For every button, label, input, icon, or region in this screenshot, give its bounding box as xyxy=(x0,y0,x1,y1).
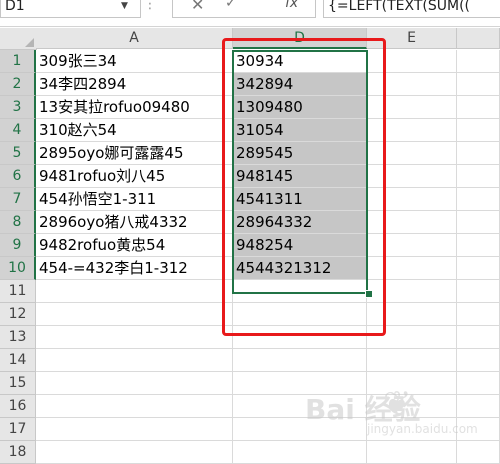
cell-f[interactable] xyxy=(457,234,500,257)
cell-a[interactable] xyxy=(36,280,233,303)
row-header[interactable]: 6 xyxy=(0,165,36,188)
cell-a[interactable] xyxy=(36,303,233,326)
cell-a[interactable]: 34李四2894 xyxy=(36,73,233,96)
cell-e[interactable] xyxy=(367,73,457,96)
cell-d[interactable]: 948145 xyxy=(233,165,367,188)
name-box[interactable]: D1 ▼ xyxy=(0,0,141,18)
cell-d[interactable]: 289545 xyxy=(233,142,367,165)
row-header[interactable]: 13 xyxy=(0,326,36,349)
cell-e[interactable] xyxy=(367,326,457,349)
row-header[interactable]: 9 xyxy=(0,234,36,257)
cell-f[interactable] xyxy=(457,303,500,326)
cell-f[interactable] xyxy=(457,349,500,372)
cell-d[interactable]: 4541311 xyxy=(233,188,367,211)
cell-e[interactable] xyxy=(367,349,457,372)
watermark-url: jingyan.baidu.com xyxy=(367,422,478,436)
paw-icon: ❦ xyxy=(383,384,412,424)
cell-d[interactable]: 948254 xyxy=(233,234,367,257)
column-header-a[interactable]: A xyxy=(36,28,233,49)
confirm-icon[interactable]: ✓ xyxy=(225,0,237,11)
cell-a[interactable]: 2896oyo猪八戒4332 xyxy=(36,211,233,234)
cell-a[interactable] xyxy=(36,349,233,372)
more-icon: ⋮ xyxy=(143,0,158,12)
cell-e[interactable] xyxy=(367,96,457,119)
cell-d[interactable] xyxy=(233,349,367,372)
chevron-down-icon[interactable]: ▼ xyxy=(121,0,128,17)
insert-function-icon[interactable]: fx xyxy=(285,0,298,11)
cell-f[interactable] xyxy=(457,96,500,119)
cell-a[interactable]: 454-=432李白1-312 xyxy=(36,257,233,280)
cell-a[interactable]: 9482rofuo黄忠54 xyxy=(36,234,233,257)
column-header-e[interactable]: E xyxy=(367,28,457,49)
cell-d[interactable]: 342894 xyxy=(233,73,367,96)
cell-a[interactable]: 309张三34 xyxy=(36,50,233,73)
row-header[interactable]: 15 xyxy=(0,372,36,395)
row-header[interactable]: 3 xyxy=(0,96,36,119)
row-header[interactable]: 7 xyxy=(0,188,36,211)
cancel-icon[interactable]: ✕ xyxy=(191,0,204,14)
cell-f[interactable] xyxy=(457,188,500,211)
row-header[interactable]: 4 xyxy=(0,119,36,142)
cell-d[interactable] xyxy=(233,303,367,326)
cell-e[interactable] xyxy=(367,303,457,326)
fill-handle[interactable] xyxy=(365,290,373,298)
cell-a[interactable] xyxy=(36,395,233,418)
cell-e[interactable] xyxy=(367,142,457,165)
select-all-corner[interactable] xyxy=(0,28,37,50)
column-header-d[interactable]: D xyxy=(233,28,367,49)
cell-a[interactable]: 13安其拉rofuo09480 xyxy=(36,96,233,119)
cell-e[interactable] xyxy=(367,165,457,188)
row-header[interactable]: 17 xyxy=(0,418,36,441)
row-header[interactable]: 8 xyxy=(0,211,36,234)
cell-d[interactable]: 28964332 xyxy=(233,211,367,234)
formula-input[interactable]: {=LEFT(TEXT(SUM(( xyxy=(323,0,500,18)
row-header[interactable]: 10 xyxy=(0,257,36,280)
cell-a[interactable]: 454孙悟空1-311 xyxy=(36,188,233,211)
name-box-value: D1 xyxy=(5,0,25,14)
row-header[interactable]: 14 xyxy=(0,349,36,372)
cell-d[interactable]: 4544321312 xyxy=(233,257,367,280)
row-header[interactable]: 11 xyxy=(0,280,36,303)
column-header-f[interactable] xyxy=(457,28,500,49)
cell-f[interactable] xyxy=(457,119,500,142)
cell-d[interactable] xyxy=(233,280,367,303)
cell-d[interactable]: 1309480 xyxy=(233,96,367,119)
cell-f[interactable] xyxy=(457,326,500,349)
formula-buttons: ✕ ✓ fx xyxy=(172,0,316,18)
row-header[interactable]: 5 xyxy=(0,142,36,165)
cell-e[interactable] xyxy=(367,257,457,280)
row-header[interactable]: 16 xyxy=(0,395,36,418)
cell-a[interactable]: 310赵六54 xyxy=(36,119,233,142)
cell-f[interactable] xyxy=(457,257,500,280)
cell-d[interactable]: 31054 xyxy=(233,119,367,142)
cell-a[interactable] xyxy=(36,326,233,349)
row-header[interactable]: 2 xyxy=(0,73,36,96)
cell-a[interactable]: 2895oyo娜可露露45 xyxy=(36,142,233,165)
cell-f[interactable] xyxy=(457,280,500,303)
cell-a[interactable] xyxy=(36,418,233,441)
cell-f[interactable] xyxy=(457,211,500,234)
cell-e[interactable] xyxy=(367,234,457,257)
formula-bar: D1 ▼ ⋮ ✕ ✓ fx {=LEFT(TEXT(SUM(( xyxy=(0,0,500,27)
cell-f[interactable] xyxy=(457,165,500,188)
cell-a[interactable]: 9481rofuo刘八45 xyxy=(36,165,233,188)
row-header[interactable]: 12 xyxy=(0,303,36,326)
cell-f[interactable] xyxy=(457,50,500,73)
cell-f[interactable] xyxy=(457,142,500,165)
cell-e[interactable] xyxy=(367,119,457,142)
cell-a[interactable] xyxy=(36,441,233,464)
watermark: Bai 经验 ❦ jingyan.baidu.com xyxy=(305,384,500,448)
cell-e[interactable] xyxy=(367,188,457,211)
cell-d[interactable] xyxy=(233,326,367,349)
cell-e[interactable] xyxy=(367,211,457,234)
cell-e[interactable] xyxy=(367,280,457,303)
row-header[interactable]: 18 xyxy=(0,441,36,464)
cell-a[interactable] xyxy=(36,372,233,395)
cell-f[interactable] xyxy=(457,73,500,96)
cell-d[interactable]: 30934 xyxy=(233,50,367,73)
cell-e[interactable] xyxy=(367,50,457,73)
row-header[interactable]: 1 xyxy=(0,50,36,73)
